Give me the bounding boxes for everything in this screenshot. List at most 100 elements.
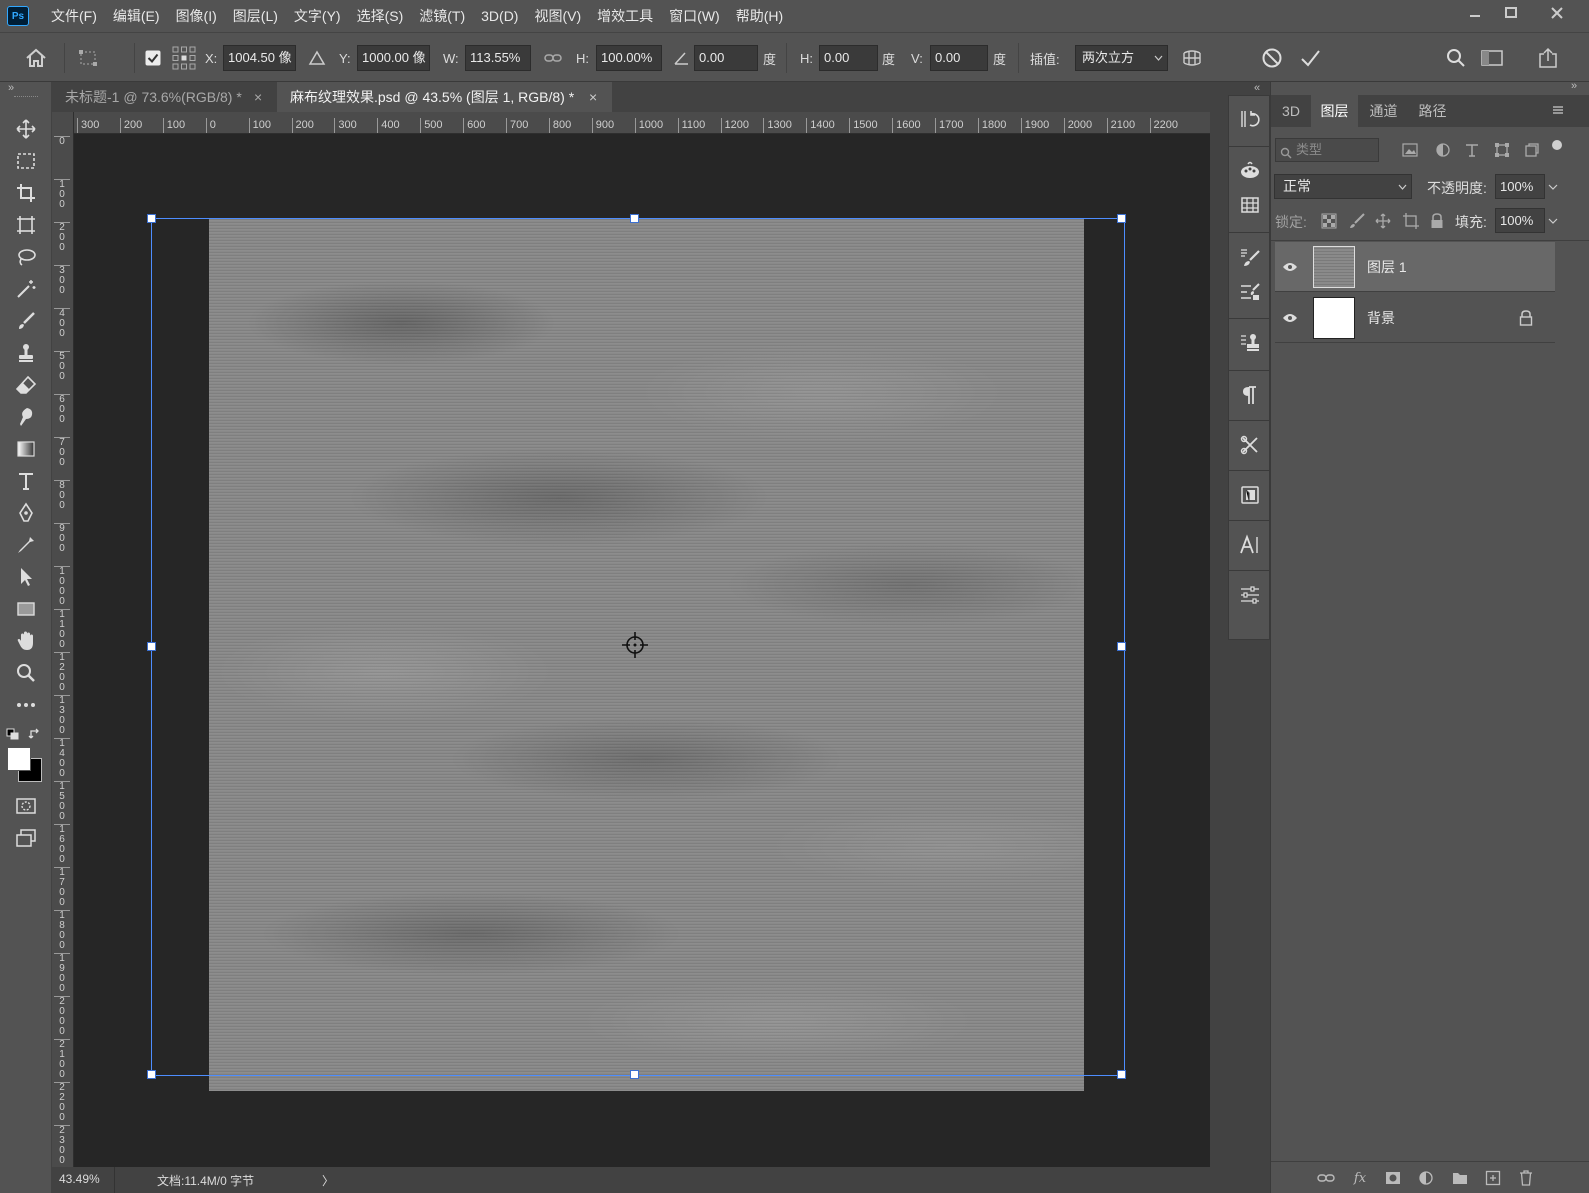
transform-handle-bottom-left[interactable]	[147, 1070, 156, 1079]
lock-all-icon[interactable]	[1430, 213, 1444, 232]
expand-panel-icon[interactable]: »	[8, 82, 14, 94]
transform-tool-icon[interactable]	[78, 33, 100, 83]
layer-thumbnail[interactable]	[1313, 245, 1355, 288]
skew-h-field[interactable]: 0.00	[819, 45, 878, 71]
new-group-icon[interactable]	[1451, 1170, 1469, 1186]
rotate-angle-field[interactable]: 0.00	[694, 45, 758, 71]
panel-menu-icon[interactable]	[1552, 104, 1564, 119]
transform-handle-bottom[interactable]	[630, 1070, 639, 1079]
layer-name[interactable]: 背景	[1367, 308, 1395, 328]
brush-settings-panel-icon[interactable]	[1235, 276, 1265, 306]
transform-handle-bottom-right[interactable]	[1117, 1070, 1126, 1079]
foreground-color-swatch[interactable]	[7, 747, 31, 771]
transform-handle-left[interactable]	[147, 642, 156, 651]
color-panel-icon[interactable]	[1235, 156, 1265, 186]
menu-filter[interactable]: 滤镜(T)	[411, 0, 473, 32]
filter-type-icon[interactable]	[1464, 142, 1480, 161]
tab-paths[interactable]: 路径	[1409, 95, 1456, 127]
x-position-field[interactable]: 1004.50 像	[223, 45, 296, 71]
layer-row-background[interactable]: 背景	[1275, 293, 1555, 343]
horizontal-ruler[interactable]: 300 200 100 0 100 200 300 400 500 600 700 800 900 100…	[74, 112, 1210, 134]
workspace-icon[interactable]	[1481, 33, 1503, 83]
brushes-panel-icon[interactable]	[1235, 242, 1265, 272]
grip-handle[interactable]	[14, 96, 38, 99]
visibility-eye-icon[interactable]	[1275, 313, 1305, 323]
brush-tool-icon[interactable]	[12, 307, 40, 335]
zoom-level[interactable]: 43.49%	[59, 1172, 100, 1186]
layer-effects-icon[interactable]: fx	[1351, 1170, 1369, 1186]
collapse-right-panel-icon[interactable]: »	[1571, 80, 1577, 92]
eyedropper-tool-icon[interactable]	[12, 531, 40, 559]
height-field[interactable]: 100.00%	[596, 45, 662, 71]
close-tab-icon[interactable]: ×	[254, 82, 262, 112]
frame-tool-icon[interactable]	[12, 211, 40, 239]
tab-linen-texture[interactable]: 麻布纹理效果.psd @ 43.5% (图层 1, RGB/8) * ×	[277, 82, 612, 112]
tab-untitled[interactable]: 未标题-1 @ 73.6%(RGB/8) * ×	[52, 82, 277, 112]
status-menu-arrow-icon[interactable]: 〉	[322, 1172, 334, 1189]
transform-handle-top-right[interactable]	[1117, 214, 1126, 223]
magic-wand-tool-icon[interactable]	[12, 275, 40, 303]
adjustments-panel-icon[interactable]	[1235, 580, 1265, 610]
fill-dropdown-icon[interactable]	[1547, 208, 1561, 233]
quick-mask-icon[interactable]	[12, 792, 40, 820]
lasso-tool-icon[interactable]	[12, 243, 40, 271]
link-icon[interactable]	[544, 33, 562, 83]
rectangle-tool-icon[interactable]	[12, 595, 40, 623]
menu-file[interactable]: 文件(F)	[43, 0, 105, 32]
menu-view[interactable]: 视图(V)	[526, 0, 589, 32]
layer-row-layer-1[interactable]: 图层 1	[1275, 242, 1555, 292]
character-panel-icon[interactable]	[1235, 530, 1265, 560]
menu-select[interactable]: 选择(S)	[349, 0, 412, 32]
paragraph-panel-icon[interactable]	[1235, 380, 1265, 410]
transform-handle-top-left[interactable]	[147, 214, 156, 223]
clone-stamp-tool-icon[interactable]	[12, 339, 40, 367]
gradient-tool-icon[interactable]	[12, 435, 40, 463]
cancel-transform-icon[interactable]	[1261, 33, 1283, 83]
new-layer-icon[interactable]	[1484, 1170, 1502, 1186]
layer-filter-select[interactable]: 类型	[1275, 138, 1379, 162]
visibility-eye-icon[interactable]	[1275, 262, 1305, 272]
filter-shape-icon[interactable]	[1494, 142, 1510, 161]
close-tab-icon[interactable]: ×	[589, 82, 597, 112]
restore-icon[interactable]	[1494, 0, 1528, 26]
filter-pixel-icon[interactable]	[1402, 143, 1418, 160]
pen-tool-icon[interactable]	[12, 499, 40, 527]
interpolation-select[interactable]: 两次立方	[1075, 45, 1168, 71]
vertical-scrollbar[interactable]	[1210, 112, 1222, 1167]
search-icon[interactable]	[1446, 33, 1466, 83]
menu-image[interactable]: 图像(I)	[168, 0, 225, 32]
y-position-field[interactable]: 1000.00 像	[357, 45, 430, 71]
lock-transparent-icon[interactable]	[1321, 213, 1337, 232]
tab-channels[interactable]: 通道	[1360, 95, 1407, 127]
menu-window[interactable]: 窗口(W)	[661, 0, 728, 32]
path-selection-tool-icon[interactable]	[12, 563, 40, 591]
transform-handle-right[interactable]	[1117, 642, 1126, 651]
filter-smart-object-icon[interactable]	[1524, 142, 1540, 161]
layer-thumbnail[interactable]	[1313, 296, 1355, 339]
share-icon[interactable]	[1537, 33, 1559, 83]
reference-point-crosshair-icon[interactable]	[621, 631, 649, 659]
home-icon[interactable]	[24, 33, 48, 83]
more-tools-icon[interactable]	[12, 691, 40, 719]
lock-image-pixels-icon[interactable]	[1349, 213, 1365, 232]
menu-plugins[interactable]: 增效工具	[589, 0, 661, 32]
eraser-tool-icon[interactable]	[12, 371, 40, 399]
reference-point-grid-icon[interactable]	[172, 33, 196, 83]
smudge-tool-icon[interactable]	[12, 403, 40, 431]
menu-3d[interactable]: 3D(D)	[473, 0, 526, 32]
new-adjustment-layer-icon[interactable]	[1417, 1170, 1435, 1186]
menu-edit[interactable]: 编辑(E)	[105, 0, 168, 32]
swatches-panel-icon[interactable]	[1235, 190, 1265, 220]
link-layers-icon[interactable]	[1317, 1170, 1335, 1186]
canvas-area[interactable]	[74, 134, 1210, 1167]
reference-point-checkbox[interactable]	[145, 33, 161, 83]
blend-mode-select[interactable]: 正常	[1274, 174, 1412, 199]
filter-toggle-switch[interactable]	[1552, 140, 1562, 150]
default-colors-icon[interactable]	[6, 728, 20, 743]
relative-position-icon[interactable]	[308, 33, 326, 83]
zoom-tool-icon[interactable]	[12, 659, 40, 687]
clone-source-panel-icon[interactable]	[1235, 328, 1265, 358]
collapse-panel-icon[interactable]: «	[1254, 82, 1260, 94]
close-icon[interactable]	[1540, 0, 1574, 26]
minimize-icon[interactable]	[1458, 0, 1492, 26]
